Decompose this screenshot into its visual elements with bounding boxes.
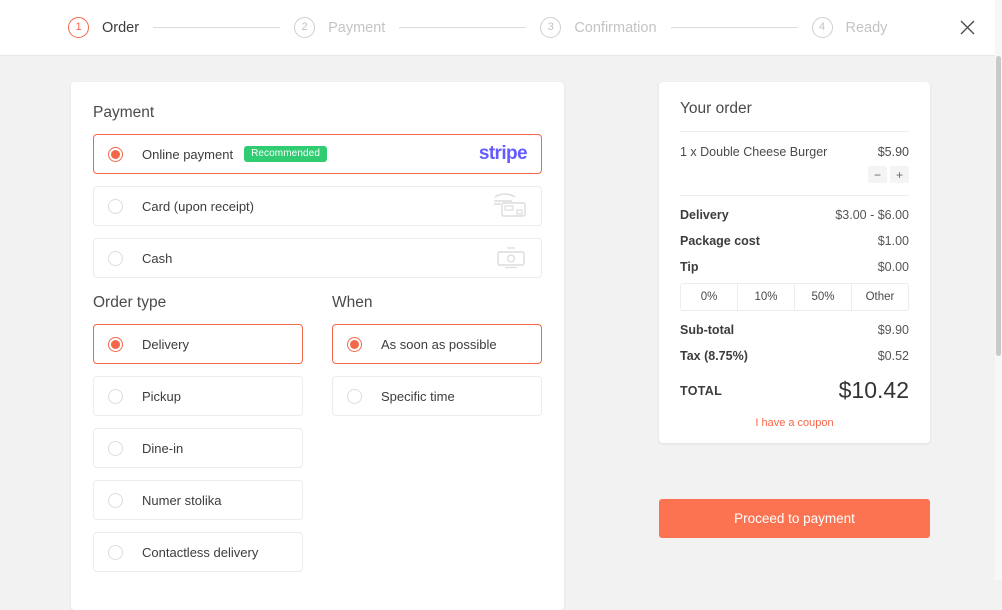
banknote-icon xyxy=(495,246,527,270)
subtotal-value: $9.90 xyxy=(877,323,909,337)
order-type-title: Order type xyxy=(93,294,167,311)
radio-online-payment[interactable] xyxy=(108,146,123,162)
quantity-stepper: − + xyxy=(680,166,909,183)
tip-option-10[interactable]: 10% xyxy=(738,284,795,310)
package-cost-value: $1.00 xyxy=(877,234,909,248)
order-type-and-when: Order type Delivery Pickup Dine-in Numer… xyxy=(93,294,542,584)
step-payment-number: 2 xyxy=(294,17,316,38)
step-payment[interactable]: 2 Payment xyxy=(294,17,385,38)
order-type-delivery-label: Delivery xyxy=(142,336,189,352)
total-label: TOTAL xyxy=(680,383,723,398)
tip-label: Tip xyxy=(680,260,699,274)
payment-option-cash[interactable]: Cash xyxy=(93,238,542,278)
payment-option-cash-right xyxy=(495,246,527,270)
delivery-fee-value: $3.00 - $6.00 xyxy=(835,208,909,222)
quantity-decrease-button[interactable]: − xyxy=(868,166,887,183)
tip-option-0[interactable]: 0% xyxy=(681,284,738,310)
order-type-contactless-delivery-label: Contactless delivery xyxy=(142,544,259,560)
package-cost-row: Package cost $1.00 xyxy=(680,234,909,248)
close-button[interactable] xyxy=(939,0,995,56)
order-type-dine-in[interactable]: Dine-in xyxy=(93,428,303,468)
payment-option-card[interactable]: Card (upon receipt) xyxy=(93,186,542,226)
subtotal-label: Sub-total xyxy=(680,323,735,337)
checkout-options-card: Payment Online payment Recommended strip… xyxy=(71,82,564,610)
summary-divider-2 xyxy=(680,195,909,196)
card-terminal-icon xyxy=(493,193,527,219)
delivery-fee-row: Delivery $3.00 - $6.00 xyxy=(680,208,909,222)
when-specific-time-label: Specific time xyxy=(381,388,455,404)
subtotal-row: Sub-total $9.90 xyxy=(680,323,909,337)
checkout-content: Payment Online payment Recommended strip… xyxy=(0,56,995,610)
order-type-numer-stolika[interactable]: Numer stolika xyxy=(93,480,303,520)
order-type-pickup-label: Pickup xyxy=(142,388,182,404)
tip-option-other[interactable]: Other xyxy=(852,284,908,310)
radio-numer-stolika[interactable] xyxy=(108,492,123,508)
recommended-badge: Recommended xyxy=(244,146,327,162)
tax-row: Tax (8.75%) $0.52 xyxy=(680,349,909,363)
step-confirmation-label: Confirmation xyxy=(574,19,657,36)
stripe-logo: stripe xyxy=(478,143,528,164)
order-type-contactless-delivery[interactable]: Contactless delivery xyxy=(93,532,303,572)
step-ready-number: 4 xyxy=(811,17,833,38)
payment-option-online-label: Online payment xyxy=(142,146,234,162)
stepper-steps: 1 Order 2 Payment 3 Confirmation 4 Ready xyxy=(0,17,939,38)
close-icon xyxy=(959,19,976,36)
tip-value: $0.00 xyxy=(877,260,909,274)
quantity-increase-button[interactable]: + xyxy=(890,166,909,183)
radio-specific-time[interactable] xyxy=(347,388,362,404)
payment-option-online-right: stripe xyxy=(478,143,528,165)
step-confirmation-number: 3 xyxy=(540,17,562,38)
radio-dine-in[interactable] xyxy=(108,440,123,456)
delivery-fee-label: Delivery xyxy=(680,208,729,222)
total-value: $10.42 xyxy=(838,377,909,403)
tip-options: 0% 10% 50% Other xyxy=(680,283,909,311)
step-order[interactable]: 1 Order xyxy=(68,17,139,38)
page-scrollbar-thumb[interactable] xyxy=(996,56,1001,356)
radio-cash-payment[interactable] xyxy=(108,250,123,266)
payment-option-card-right xyxy=(493,193,527,219)
step-ready-label: Ready xyxy=(845,19,888,36)
step-divider-3 xyxy=(670,27,798,28)
radio-contactless-delivery[interactable] xyxy=(108,544,123,560)
radio-asap[interactable] xyxy=(347,336,362,352)
order-summary-card: Your order 1 x Double Cheese Burger $5.9… xyxy=(659,82,930,443)
when-title: When xyxy=(332,294,373,311)
payment-option-online[interactable]: Online payment Recommended stripe xyxy=(93,134,542,174)
when-asap[interactable]: As soon as possible xyxy=(332,324,542,364)
radio-pickup[interactable] xyxy=(108,388,123,404)
payment-option-card-label: Card (upon receipt) xyxy=(142,198,254,214)
order-type-delivery[interactable]: Delivery xyxy=(93,324,303,364)
when-asap-label: As soon as possible xyxy=(381,336,497,352)
step-payment-label: Payment xyxy=(328,19,386,36)
tip-option-50[interactable]: 50% xyxy=(795,284,852,310)
step-ready[interactable]: 4 Ready xyxy=(811,17,888,38)
package-cost-label: Package cost xyxy=(680,234,760,248)
order-type-dine-in-label: Dine-in xyxy=(142,440,184,456)
order-summary-title: Your order xyxy=(680,100,752,117)
stepper-header: 1 Order 2 Payment 3 Confirmation 4 Ready xyxy=(0,0,995,56)
radio-delivery[interactable] xyxy=(108,336,123,352)
total-row: TOTAL $10.42 xyxy=(680,377,909,404)
step-order-number: 1 xyxy=(68,17,89,38)
order-type-numer-stolika-label: Numer stolika xyxy=(142,492,222,508)
step-confirmation[interactable]: 3 Confirmation xyxy=(540,17,657,38)
order-item-name: 1 x Double Cheese Burger xyxy=(680,145,828,159)
step-divider-1 xyxy=(153,27,281,28)
payment-section-title: Payment xyxy=(93,104,155,121)
order-item-price: $5.90 xyxy=(877,145,909,159)
radio-card-payment[interactable] xyxy=(108,198,123,214)
step-divider-2 xyxy=(399,27,527,28)
payment-option-cash-label: Cash xyxy=(142,250,173,266)
order-type-pickup[interactable]: Pickup xyxy=(93,376,303,416)
coupon-link[interactable]: I have a coupon xyxy=(680,417,909,429)
tax-value: $0.52 xyxy=(877,349,909,363)
tip-row: Tip $0.00 xyxy=(680,260,909,274)
when-column: When As soon as possible Specific time xyxy=(332,294,542,584)
order-item-row: 1 x Double Cheese Burger $5.90 xyxy=(680,132,909,159)
step-order-label: Order xyxy=(102,19,140,36)
tax-label: Tax (8.75%) xyxy=(680,349,748,363)
proceed-to-payment-button[interactable]: Proceed to payment xyxy=(659,499,930,538)
order-type-column: Order type Delivery Pickup Dine-in Numer… xyxy=(93,294,303,584)
when-specific-time[interactable]: Specific time xyxy=(332,376,542,416)
